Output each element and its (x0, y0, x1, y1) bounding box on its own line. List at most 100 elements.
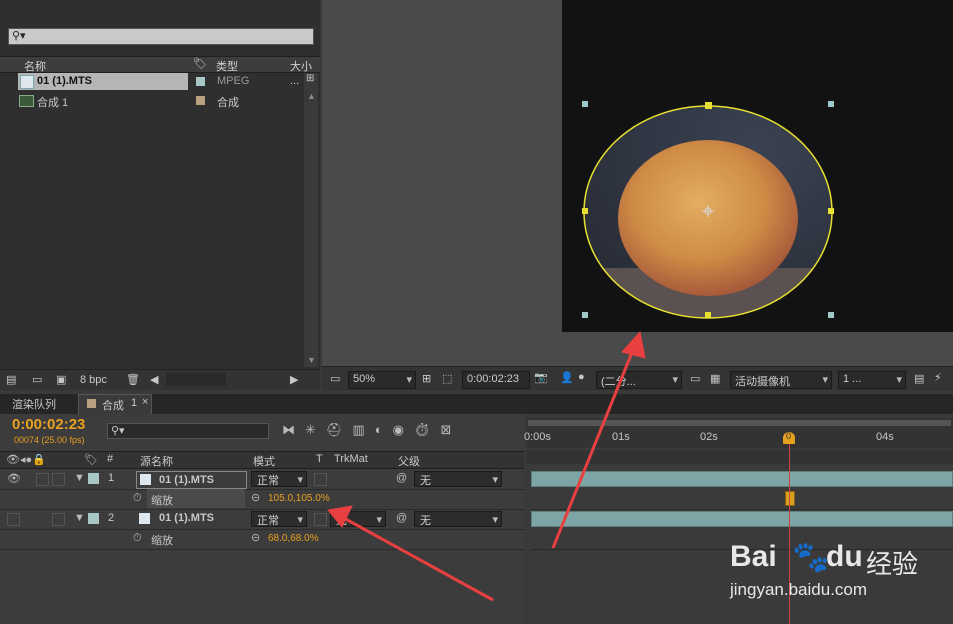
pickwhip-icon[interactable]: @ (396, 472, 407, 484)
region-of-interest-icon[interactable]: ⬚ (442, 372, 452, 385)
snapshot-icon[interactable]: 📷 (534, 371, 548, 384)
layer-name: 01 (1).MTS (159, 474, 215, 486)
horizontal-scrollbar[interactable] (166, 373, 226, 386)
keyframe-marker[interactable] (785, 491, 795, 506)
baidu-watermark: Bai 🐾 du 经验 jingyan.baidu.com (728, 540, 938, 620)
stopwatch-icon[interactable]: ⏱ (133, 532, 142, 545)
draft-3d-icon[interactable]: ✳ (305, 422, 326, 437)
layer-number: 1 (108, 472, 115, 484)
label-color-swatch[interactable] (196, 96, 205, 105)
parent-dropdown[interactable]: 无 ▾ (414, 471, 502, 487)
work-area-bar[interactable] (528, 420, 951, 426)
composition-canvas[interactable] (562, 0, 953, 332)
channel-icon[interactable]: ● (578, 371, 585, 383)
constrain-link-icon[interactable]: ⊝ (251, 491, 260, 504)
tab-suffix: 1 (131, 397, 138, 409)
column-t[interactable]: T (316, 453, 323, 465)
flowchart-icon[interactable]: ⊞ (306, 73, 314, 84)
trash-icon[interactable]: 🗑 (126, 373, 140, 386)
layer-2-bar[interactable] (531, 511, 953, 527)
column-source-name[interactable]: 源名称 (140, 453, 173, 469)
preserve-transparency-box[interactable] (314, 473, 327, 486)
column-name[interactable]: 名称 (24, 58, 46, 74)
scroll-up-arrow[interactable]: ▲ (307, 91, 316, 101)
mode-dropdown[interactable]: 正常 ▾ (251, 471, 307, 487)
item-type: 合成 (217, 97, 239, 109)
tab-render-queue[interactable]: 渲染队列 (12, 396, 56, 413)
scroll-down-arrow[interactable]: ▼ (307, 355, 316, 365)
project-item-comp[interactable]: 合成 1 合成 (0, 92, 302, 110)
playhead-handle[interactable]: 0 (783, 431, 795, 444)
constrain-link-icon[interactable]: ⊝ (251, 531, 260, 544)
new-folder-icon[interactable]: ▭ (32, 373, 42, 386)
column-size[interactable]: 大小 (290, 58, 312, 74)
layer-row-1[interactable]: 👁 ▼ 1 01 (1).MTS 正常 ▾ @ 无 ▾ (0, 469, 524, 490)
always-preview-icon[interactable]: ▭ (330, 372, 340, 385)
column-trkmat[interactable]: TrkMat (334, 453, 368, 465)
resolution-dropdown[interactable]: (二分... ▾ (596, 371, 682, 389)
layer-name[interactable]: 01 (1).MTS (159, 512, 214, 524)
layer-row-2[interactable]: ▼ 2 01 (1).MTS 正常 ▾ 无 ▾ @ 无 ▾ (0, 509, 524, 530)
live-update-icon[interactable]: ⊠ (440, 422, 461, 437)
column-mode[interactable]: 模式 (253, 453, 275, 469)
av-features-icon[interactable]: 👁◂●🔒 (6, 453, 46, 466)
flowchart-icon[interactable]: ⚡ (934, 371, 942, 384)
fast-preview-icon[interactable]: ▭ (690, 372, 700, 385)
timecode-field[interactable]: 0:00:02:23 (462, 371, 530, 389)
frame-info: 00074 (25.00 fps) (14, 435, 85, 445)
time-navigator[interactable] (526, 450, 953, 464)
bpc-button[interactable]: 8 bpc (80, 374, 107, 386)
comp-mini-flowchart-icon[interactable]: ⧓ (282, 422, 305, 437)
project-scrollbar[interactable]: ⊞ ▲ ▼ (304, 73, 318, 367)
camera-dropdown[interactable]: 活动摄像机 ▾ (730, 371, 832, 389)
graph-editor-icon[interactable]: ◉ (393, 422, 414, 437)
preserve-transparency-box[interactable] (314, 513, 327, 526)
timeline-search-input[interactable]: ⚲▾ (107, 423, 269, 439)
label-tag-icon[interactable]: 🏷 (193, 57, 207, 70)
layer-name-box[interactable]: 01 (1).MTS (136, 471, 247, 489)
project-item-footage[interactable]: 01 (1).MTS MPEG ... (0, 73, 302, 91)
frame-blending-icon[interactable]: ▥ (352, 422, 374, 437)
label-color-swatch[interactable] (88, 513, 99, 524)
scale-value[interactable]: 68.0,68.0% (268, 533, 319, 544)
new-comp-icon[interactable]: ▣ (56, 373, 66, 386)
pickwhip-icon[interactable]: @ (396, 512, 407, 524)
motion-blur-icon[interactable]: ◐ (375, 422, 393, 437)
tab-composition[interactable]: 合成 1 × (78, 394, 152, 415)
chevron-down-icon[interactable]: ▼ (74, 512, 85, 524)
column-parent[interactable]: 父级 (398, 453, 420, 469)
project-search-input[interactable]: ⚲▾ (8, 28, 314, 45)
eye-icon[interactable]: 👁 (7, 472, 21, 485)
parent-dropdown[interactable]: 无 ▾ (414, 511, 502, 527)
stopwatch-icon[interactable]: ⏱ (414, 422, 441, 437)
shy-icon[interactable]: ⛑ (326, 422, 353, 437)
zoom-dropdown[interactable]: 50% ▾ (348, 371, 416, 389)
scale-value[interactable]: 105.0,105.0% (268, 493, 330, 504)
search-icon: ⚲▾ (111, 425, 125, 437)
stopwatch-icon[interactable]: ⏱ (133, 492, 142, 505)
current-time[interactable]: 0:00:02:23 (12, 416, 85, 433)
views-dropdown[interactable]: 1 ... ▾ (838, 371, 906, 389)
lock-box[interactable] (52, 513, 65, 526)
label-color-swatch[interactable] (88, 473, 99, 484)
label-color-swatch[interactable] (196, 77, 205, 86)
toggle-pixel-icon[interactable]: ▤ (914, 372, 924, 385)
layer-1-bar[interactable] (531, 471, 953, 487)
mode-dropdown[interactable]: 正常 ▾ (251, 511, 307, 527)
interpret-footage-icon[interactable]: ▤ (6, 373, 16, 386)
time-ruler[interactable]: 0:00s 01s 02s 04s (524, 418, 953, 448)
label-tag-icon[interactable]: 🏷 (84, 453, 98, 466)
lock-box[interactable] (52, 473, 65, 486)
show-snapshot-icon[interactable]: 👤 (560, 371, 574, 384)
visibility-box[interactable] (7, 513, 20, 526)
scroll-right-arrow[interactable]: ▶ (290, 373, 298, 386)
scroll-left-arrow[interactable]: ◀ (150, 373, 158, 386)
grid-icon[interactable]: ⊞ (422, 372, 431, 385)
solo-box[interactable] (36, 473, 49, 486)
transparency-grid-icon[interactable]: ▦ (710, 372, 720, 385)
column-type[interactable]: 类型 (216, 58, 238, 74)
chevron-down-icon[interactable]: ▼ (74, 472, 85, 484)
watermark-brand: Bai (730, 540, 777, 573)
trkmat-dropdown[interactable]: 无 ▾ (330, 511, 386, 527)
close-icon[interactable]: × (142, 396, 148, 408)
